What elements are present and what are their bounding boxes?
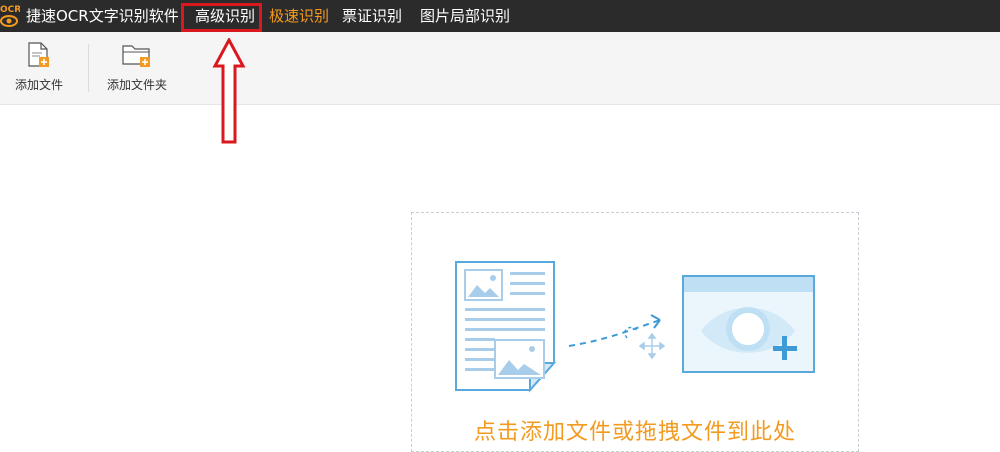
tab-fast-recognition[interactable]: 极速识别 <box>269 0 329 32</box>
drop-zone-hint: 点击添加文件或拖拽文件到此处 <box>473 420 796 445</box>
tab-image-partial-recognition[interactable]: 图片局部识别 <box>420 0 510 32</box>
ocr-eye-logo-icon: OCR <box>0 5 20 27</box>
tab-ticket-recognition[interactable]: 票证识别 <box>342 0 402 32</box>
add-folder-icon <box>122 45 150 67</box>
add-folder-button[interactable]: 添加文件夹 <box>100 32 174 104</box>
add-folder-label: 添加文件夹 <box>106 78 167 92</box>
drag-document-to-recognize-illustration-icon <box>455 261 815 393</box>
annotation-up-arrow-icon <box>212 38 246 144</box>
toolbar: 添加文件 添加文件夹 <box>0 32 1000 105</box>
title-bar: OCR 捷速OCR文字识别软件 高级识别 极速识别 票证识别 图片局部识别 <box>0 0 1000 32</box>
svg-text:OCR: OCR <box>0 5 20 15</box>
toolbar-divider <box>88 44 89 92</box>
add-file-label: 添加文件 <box>14 78 63 92</box>
add-file-icon <box>28 42 49 67</box>
annotation-highlight-box <box>181 3 262 32</box>
add-file-button[interactable]: 添加文件 <box>8 32 70 104</box>
app-title: 捷速OCR文字识别软件 <box>26 7 179 25</box>
